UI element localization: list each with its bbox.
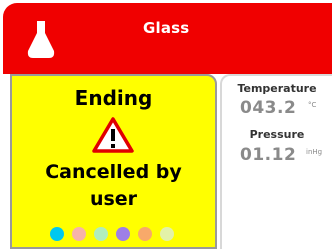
status-title: Ending bbox=[74, 86, 153, 110]
temperature-unit: °C bbox=[308, 101, 317, 109]
status-message-line1: Cancelled by bbox=[45, 161, 182, 183]
status-message: Cancelled by user bbox=[12, 159, 215, 213]
readings-panel: Temperature 043.2 °C Pressure 01.12 inHg bbox=[220, 74, 332, 249]
pressure-value: 01.12 bbox=[240, 145, 297, 165]
device-screen: Glass Ending Cancelled by user Temperatu… bbox=[0, 0, 332, 249]
status-panel: Ending Cancelled by user bbox=[10, 74, 217, 249]
warning-icon bbox=[92, 117, 134, 153]
temperature-label: Temperature bbox=[237, 82, 317, 95]
status-message-line2: user bbox=[89, 188, 138, 210]
temperature-value: 043.2 bbox=[240, 98, 297, 118]
header-bar: Glass bbox=[3, 3, 332, 71]
pressure-label: Pressure bbox=[249, 128, 305, 141]
progress-dot bbox=[116, 227, 130, 241]
progress-dot bbox=[138, 227, 152, 241]
progress-dot bbox=[72, 227, 86, 241]
progress-dot bbox=[50, 227, 64, 241]
progress-dot bbox=[94, 227, 108, 241]
progress-dot bbox=[160, 227, 174, 241]
flask-icon bbox=[27, 21, 55, 58]
pressure-unit: inHg bbox=[306, 148, 323, 156]
header-title: Glass bbox=[143, 19, 190, 37]
progress-dots bbox=[50, 227, 174, 241]
